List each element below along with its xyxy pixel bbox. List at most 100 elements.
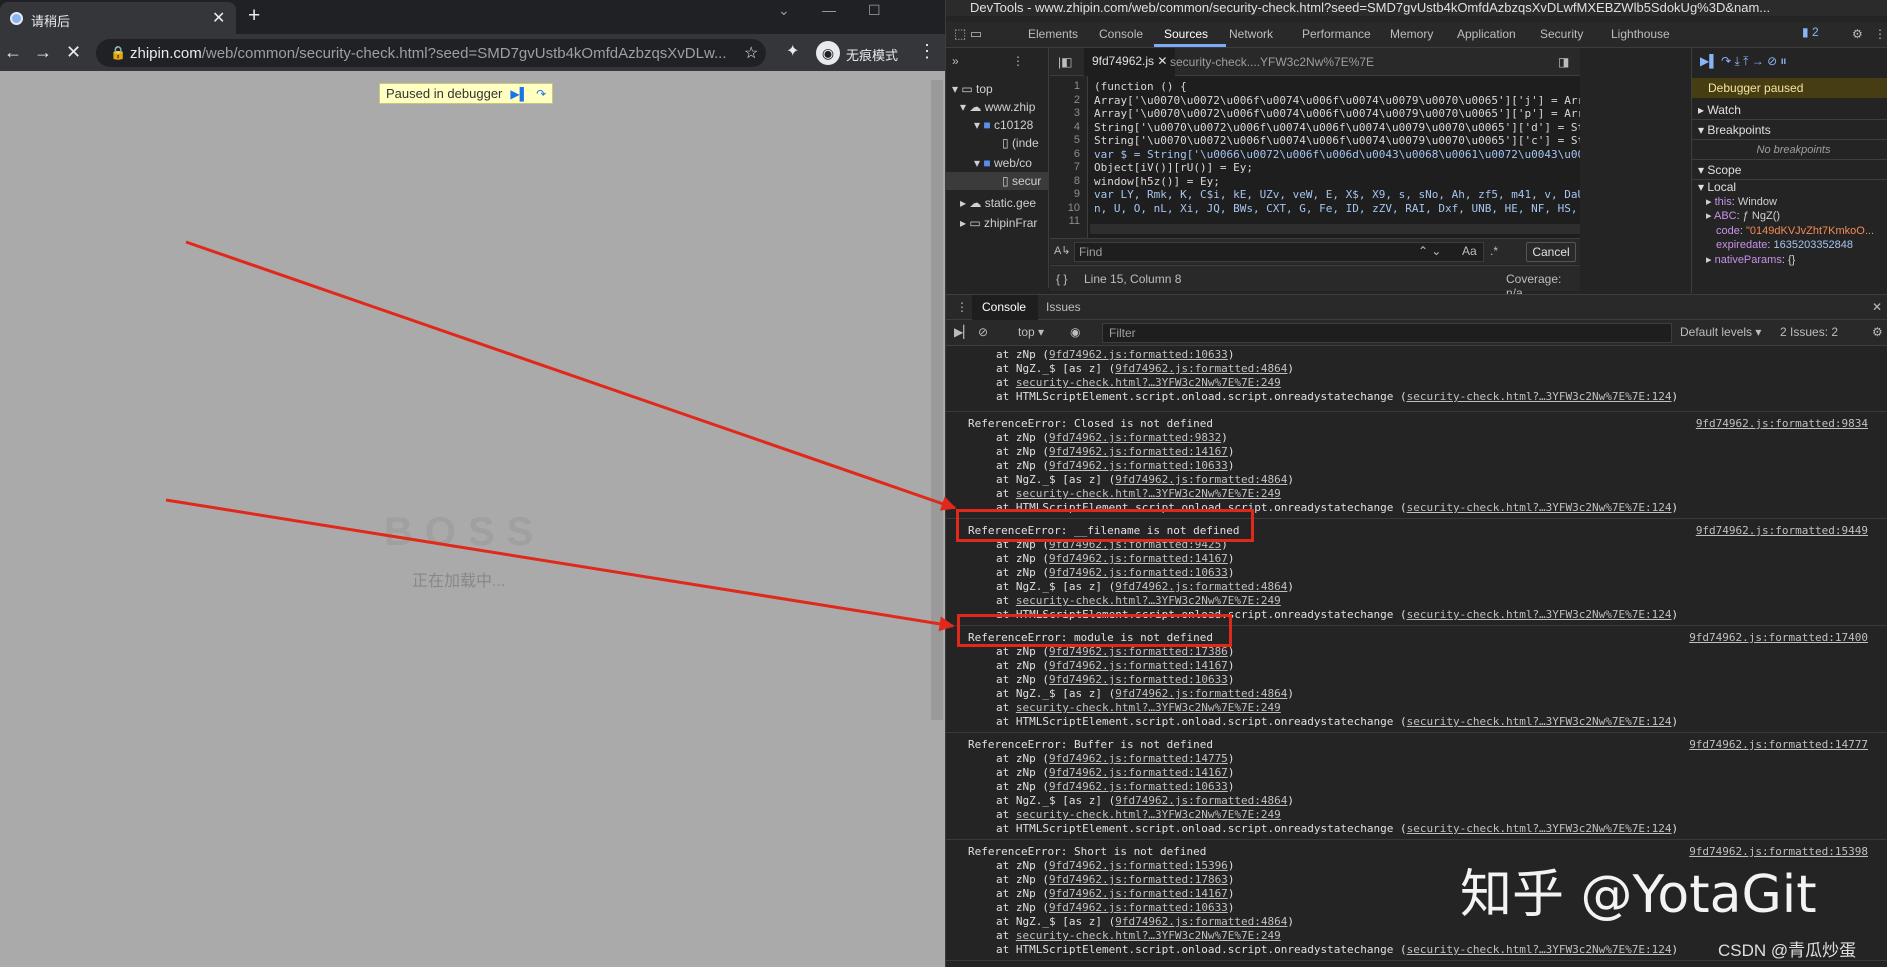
tab-drawer-console[interactable]: Console <box>972 295 1038 320</box>
editor-tab-other[interactable]: security-check....YFW3c2Nw%7E%7E <box>1170 55 1374 69</box>
frame-link[interactable]: security-check.html?…3YFW3c2Nw%7E%7E:249 <box>1016 594 1281 607</box>
scope-local-header[interactable]: ▾ Local <box>1692 180 1887 195</box>
scope-pane-header[interactable]: ▾ Scope <box>1692 160 1887 180</box>
filter-input[interactable]: Filter <box>1102 323 1672 343</box>
frame-link[interactable]: 9fd74962.js:formatted:15396 <box>1049 859 1228 872</box>
console-message[interactable]: at zNp (9fd74962.js:formatted:14167)at z… <box>946 346 1887 412</box>
maximize-icon[interactable]: ☐ <box>868 2 881 19</box>
frame-link[interactable]: security-check.html?…3YFW3c2Nw%7E%7E:249 <box>1016 376 1281 389</box>
find-prev-icon[interactable]: ⌃ ⌄ <box>1418 244 1441 258</box>
close-icon[interactable]: ✕ <box>1157 54 1167 68</box>
more-icon[interactable]: ⋮ <box>1874 27 1886 41</box>
tab-performance[interactable]: Performance <box>1302 27 1371 41</box>
tab-application[interactable]: Application <box>1457 27 1516 41</box>
more-panels-icon[interactable]: » <box>952 54 959 68</box>
frame-link[interactable]: security-check.html?…3YFW3c2Nw%7E%7E:249 <box>1016 701 1281 714</box>
back-icon[interactable]: ← <box>4 42 22 63</box>
drawer-menu-icon[interactable]: ⋮ <box>956 300 968 314</box>
frame-link[interactable]: 9fd74962.js:formatted:4864 <box>1115 915 1287 928</box>
breakpoints-pane-header[interactable]: ▾ Breakpoints <box>1692 120 1887 140</box>
tree-item-top[interactable]: ▾ ▭ top <box>952 82 993 96</box>
console-message[interactable]: html codesecurity-check.html?…3YFW3c2Nw%… <box>946 962 1887 967</box>
page-scrollbar[interactable] <box>931 80 943 720</box>
forward-icon[interactable]: → <box>34 42 52 63</box>
tree-item-webco[interactable]: ▾ ■ web/co <box>974 156 1032 170</box>
scope-row[interactable]: ▸ nativeParams: {} <box>1692 253 1887 268</box>
tree-item-frame[interactable]: ▸ ▭ zhipinFrar <box>960 216 1037 230</box>
lock-icon[interactable]: 🔒 <box>110 45 126 61</box>
watch-pane-header[interactable]: ▸ Watch <box>1692 100 1887 120</box>
frame-link[interactable]: 9fd74962.js:formatted:10633 <box>1049 459 1228 472</box>
line-number[interactable]: 1 <box>1050 80 1080 94</box>
kebab-icon[interactable]: ⋮ <box>1012 54 1024 68</box>
frame-link[interactable]: 9fd74962.js:formatted:14775 <box>1049 752 1228 765</box>
frame-link[interactable]: 9fd74962.js:formatted:17863 <box>1049 873 1228 886</box>
toggle-debugger-icon[interactable]: ◨ <box>1558 55 1569 69</box>
clear-console-icon[interactable]: ⊘ <box>978 325 988 339</box>
tab-lighthouse[interactable]: Lighthouse <box>1611 27 1670 41</box>
gear-icon[interactable]: ⚙ <box>1872 325 1883 339</box>
code-lines[interactable]: (function () { Array['\u0070\u0072\u006f… <box>1094 80 1580 215</box>
url-text[interactable]: zhipin.com/web/common/security-check.htm… <box>130 45 730 62</box>
line-number[interactable]: 10 <box>1050 202 1080 216</box>
editor-hscrollbar[interactable] <box>1090 224 1580 234</box>
frame-link[interactable]: security-check.html?…3YFW3c2Nw%7E%7E:124 <box>1407 943 1672 956</box>
frame-link[interactable]: security-check.html?…3YFW3c2Nw%7E%7E:124 <box>1407 715 1672 728</box>
frame-link[interactable]: 9fd74962.js:formatted:4864 <box>1115 580 1287 593</box>
sidebar-toggle-icon[interactable]: ▶▏ <box>954 325 972 339</box>
frame-link[interactable]: 9fd74962.js:formatted:10633 <box>1049 901 1228 914</box>
toggle-navigator-icon[interactable]: |◧ <box>1058 55 1072 69</box>
issues-badge[interactable]: ▮ 2 <box>1802 25 1819 39</box>
tab-security[interactable]: Security <box>1540 27 1583 41</box>
frame-link[interactable]: security-check.html?…3YFW3c2Nw%7E%7E:124 <box>1407 390 1672 403</box>
frame-link[interactable]: security-check.html?…3YFW3c2Nw%7E%7E:249 <box>1016 487 1281 500</box>
regex-button[interactable]: .* <box>1490 244 1498 258</box>
frame-link[interactable]: security-check.html?…3YFW3c2Nw%7E%7E:124 <box>1407 822 1672 835</box>
line-number[interactable]: 5 <box>1050 134 1080 148</box>
frame-link[interactable]: security-check.html?…3YFW3c2Nw%7E%7E:124 <box>1407 608 1672 621</box>
incognito-icon[interactable]: ◉ <box>816 41 840 65</box>
frame-link[interactable]: 9fd74962.js:formatted:10633 <box>1049 566 1228 579</box>
close-icon[interactable]: ✕ <box>212 8 225 28</box>
close-icon[interactable]: ✕ <box>1872 300 1882 314</box>
chevron-down-icon[interactable]: ⌄ <box>778 2 790 19</box>
line-number[interactable]: 11 <box>1050 215 1080 229</box>
scope-row[interactable]: code: "0149dKVJvZht7KmkoO... <box>1692 224 1887 239</box>
console-message[interactable]: ReferenceError: Buffer is not defined 9fd… <box>946 734 1887 840</box>
frame-link[interactable]: 9fd74962.js:formatted:4864 <box>1115 794 1287 807</box>
address-bar[interactable]: 🔒 zhipin.com/web/common/security-check.h… <box>96 39 766 67</box>
tab-memory[interactable]: Memory <box>1390 27 1433 41</box>
source-link[interactable]: 9fd74962.js:formatted:9834 <box>1696 417 1868 430</box>
line-number[interactable]: 6 <box>1050 148 1080 162</box>
step-over-icon[interactable]: ↷ <box>536 87 546 101</box>
tree-item-www[interactable]: ▾ ☁ www.zhip <box>960 100 1035 114</box>
console-message[interactable]: ReferenceError: Closed is not defined 9fd… <box>946 413 1887 519</box>
frame-link[interactable]: 9fd74962.js:formatted:14167 <box>1049 346 1228 347</box>
frame-link[interactable]: 9fd74962.js:formatted:10633 <box>1049 673 1228 686</box>
frame-link[interactable]: 9fd74962.js:formatted:14167 <box>1049 552 1228 565</box>
scope-row[interactable]: ▸ ABC: ƒ NgZ() <box>1692 209 1887 224</box>
frame-link[interactable]: 9fd74962.js:formatted:10633 <box>1049 780 1228 793</box>
frame-link[interactable]: 9fd74962.js:formatted:14167 <box>1049 887 1228 900</box>
frame-link[interactable]: 9fd74962.js:formatted:14167 <box>1049 445 1228 458</box>
source-link[interactable]: 9fd74962.js:formatted:9449 <box>1696 524 1868 537</box>
source-link[interactable]: 9fd74962.js:formatted:17400 <box>1689 631 1868 644</box>
context-select[interactable]: top ▾ <box>1018 325 1044 339</box>
editor-tab-active[interactable]: 9fd74962.js ✕ <box>1084 48 1176 76</box>
frame-link[interactable]: 9fd74962.js:formatted:14167 <box>1049 766 1228 779</box>
frame-link[interactable]: 9fd74962.js:formatted:4864 <box>1115 473 1287 486</box>
source-link[interactable]: 9fd74962.js:formatted:14777 <box>1689 738 1868 751</box>
tree-item-security-check[interactable]: ▯ secur <box>946 172 1049 190</box>
scope-row[interactable]: ▸ this: Window <box>1692 195 1887 210</box>
tree-item-static[interactable]: ▸ ☁ static.gee <box>960 196 1036 210</box>
resume-icon[interactable]: ▶▌ <box>510 87 528 101</box>
tab-console[interactable]: Console <box>1099 27 1143 41</box>
menu-icon[interactable]: ⋮ <box>918 41 936 62</box>
frame-link[interactable]: security-check.html?…3YFW3c2Nw%7E%7E:249 <box>1016 929 1281 942</box>
pretty-print-icon[interactable]: { } <box>1056 272 1067 286</box>
frame-link[interactable]: 9fd74962.js:formatted:4864 <box>1115 687 1287 700</box>
debugger-controls[interactable]: ▶▌ ↷ ⤓ ⤒ → ⊘ ⏸ <box>1700 54 1786 69</box>
tab-sources[interactable]: Sources <box>1164 27 1208 41</box>
frame-link[interactable]: security-check.html?…3YFW3c2Nw%7E%7E:249 <box>1016 808 1281 821</box>
line-number[interactable]: 3 <box>1050 107 1080 121</box>
